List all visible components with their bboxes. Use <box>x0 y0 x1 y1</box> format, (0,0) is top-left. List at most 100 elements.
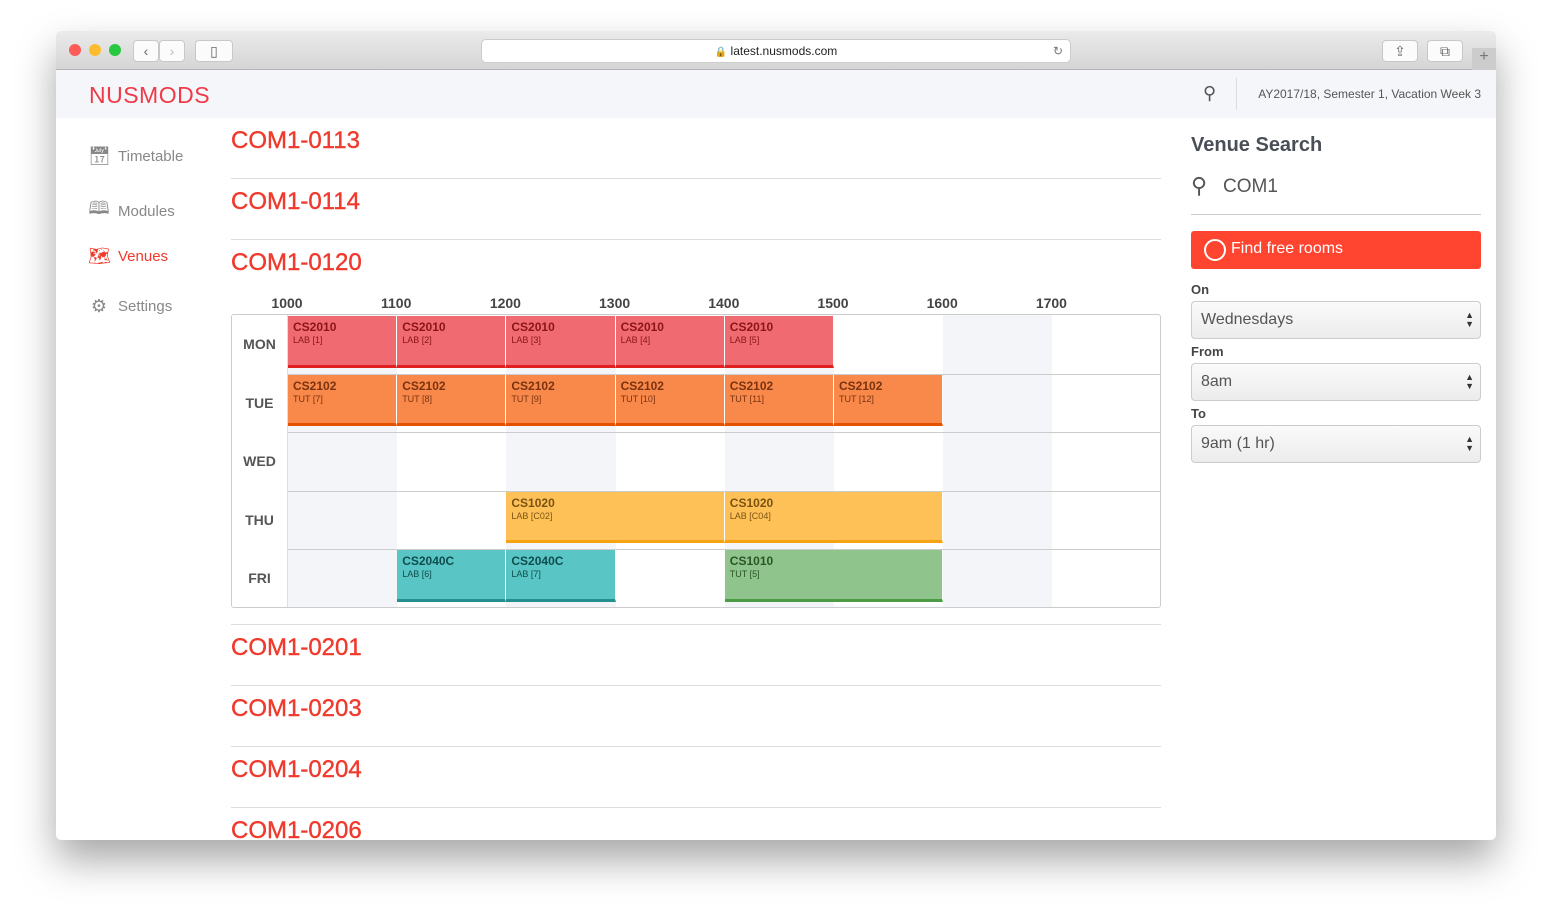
venue-search-input[interactable]: ⚲ COM1 <box>1191 171 1481 215</box>
lesson-type: TUT [7] <box>293 393 323 404</box>
venue-row[interactable]: COM1-0203 <box>231 686 1161 747</box>
lesson-block[interactable]: CS2040C LAB [7] <box>506 550 616 602</box>
new-tab-button[interactable]: + <box>1472 48 1496 70</box>
reload-icon[interactable]: ↻ <box>1053 40 1063 62</box>
module-code: CS2040C <box>511 554 564 569</box>
lesson-block[interactable]: CS1020 LAB [C04] <box>724 491 944 544</box>
row-divider <box>232 549 1160 551</box>
venue-name[interactable]: COM1-0204 <box>231 756 362 784</box>
module-code: CS2010 <box>402 320 446 334</box>
sidebar-item-label: Venues <box>118 248 169 265</box>
search-icon[interactable]: ⚲ <box>1203 83 1216 104</box>
browser-window: ‹ › ▯ 🔒 latest.nusmods.com ↻ ⇪ ⧉ + NUSMOD… <box>56 31 1496 840</box>
gear-icon: ⚙ <box>90 296 108 316</box>
lesson-type: TUT [5] <box>729 569 760 580</box>
hour-label: 1300 <box>599 295 631 311</box>
hour-label: 1500 <box>817 295 849 311</box>
venue-name[interactable]: COM1-0206 <box>231 817 362 840</box>
close-window-button[interactable] <box>69 44 81 56</box>
module-code: CS2102 <box>839 378 883 393</box>
venue-row[interactable]: COM1-0206 <box>231 808 1161 840</box>
lesson-block[interactable]: CS2102 TUT [9] <box>506 374 616 427</box>
url-text: latest.nusmods.com <box>730 44 838 58</box>
hour-label: 1100 <box>381 295 412 311</box>
row-divider <box>232 432 1160 434</box>
lesson-block[interactable]: CS1020 LAB [C02] <box>506 491 725 544</box>
lesson-type: TUT [11] <box>729 393 764 404</box>
to-value: 9am (1 hr) <box>1201 435 1275 452</box>
day-label: TUE <box>232 373 288 433</box>
sidebar-item-modules[interactable]: 🕮 Modules <box>88 196 174 226</box>
share-icon[interactable]: ⇪ <box>1382 40 1418 62</box>
sidebar-toggle-icon[interactable]: ▯ <box>195 40 233 62</box>
venue-row[interactable]: COM1-0204 <box>231 747 1161 808</box>
venue-row[interactable]: COM1-0113 <box>231 118 1161 179</box>
sidebar-item-label: Timetable <box>118 148 184 165</box>
browser-toolbar: ‹ › ▯ 🔒 latest.nusmods.com ↻ ⇪ ⧉ + <box>56 31 1496 70</box>
logo[interactable]: NUSMODS <box>89 82 210 109</box>
venue-name[interactable]: COM1-0114 <box>231 188 360 216</box>
day-label: WED <box>232 432 288 491</box>
lesson-block[interactable]: CS2102 TUT [8] <box>397 374 507 427</box>
day-label: FRI <box>232 549 288 607</box>
divider <box>1236 78 1237 110</box>
venue-row[interactable]: COM1-0201 <box>231 625 1161 686</box>
on-label: On <box>1191 282 1210 297</box>
module-code: CS1010 <box>729 554 774 569</box>
lesson-block[interactable]: CS2010 LAB [4] <box>615 316 725 368</box>
module-code: CS2102 <box>402 378 446 393</box>
map-icon: 🗺︎ <box>88 246 111 266</box>
address-bar[interactable]: 🔒 latest.nusmods.com ↻ <box>481 39 1071 63</box>
sidebar-item-timetable[interactable]: 📅︎ Timetable <box>88 146 183 167</box>
lesson-block[interactable]: CS2010 LAB [2] <box>397 316 507 368</box>
venue-row[interactable]: COM1-0114 <box>231 179 1161 240</box>
day-value: Wednesdays <box>1201 311 1294 328</box>
module-code: CS2010 <box>293 320 337 334</box>
semester-label: AY2017/18, Semester 1, Vacation Week 3 <box>1258 87 1481 101</box>
lesson-block[interactable]: CS2010 LAB [3] <box>506 316 616 368</box>
venue-name[interactable]: COM1-0201 <box>231 634 362 662</box>
lesson-block[interactable]: CS2010 LAB [5] <box>724 316 834 368</box>
from-select[interactable]: 8am ▲ ▼ <box>1191 363 1481 401</box>
venue-name[interactable]: COM1-0113 <box>231 127 360 155</box>
select-arrows-icon: ▲ ▼ <box>1465 434 1474 453</box>
lesson-type: LAB [2] <box>402 335 432 345</box>
venue-name[interactable]: COM1-0120 <box>231 249 362 277</box>
module-code: CS2102 <box>729 378 774 393</box>
module-code: CS2102 <box>620 378 664 393</box>
hour-label: 1700 <box>1035 295 1067 311</box>
venue-search-title: Venue Search <box>1191 134 1323 156</box>
back-button[interactable]: ‹ <box>133 40 159 62</box>
to-select[interactable]: 9am (1 hr) ▲ ▼ <box>1191 425 1481 463</box>
lesson-block[interactable]: CS2102 TUT [7] <box>288 374 398 427</box>
module-code: CS1020 <box>511 495 555 510</box>
forward-button[interactable]: › <box>159 40 185 62</box>
module-code: CS2102 <box>511 378 555 393</box>
module-code: CS2040C <box>402 554 455 569</box>
hour-label: 1200 <box>489 295 521 311</box>
hour-label: 1600 <box>926 295 958 311</box>
lesson-block[interactable]: CS2010 LAB [1] <box>288 316 398 368</box>
find-free-rooms-button[interactable]: Find free rooms <box>1191 231 1481 269</box>
lesson-block[interactable]: CS2102 TUT [10] <box>615 374 725 427</box>
find-free-rooms-label: Find free rooms <box>1231 240 1344 257</box>
minimize-window-button[interactable] <box>89 44 101 56</box>
from-value: 8am <box>1201 373 1233 390</box>
tabs-icon[interactable]: ⧉ <box>1427 40 1463 62</box>
app-header: NUSMODS ⚲ AY2017/18, Semester 1, Vacatio… <box>56 70 1496 118</box>
book-icon: 🕮 <box>88 198 110 218</box>
module-code: CS2010 <box>511 320 555 334</box>
maximize-window-button[interactable] <box>109 44 121 56</box>
lesson-type: TUT [8] <box>402 393 433 404</box>
lesson-block[interactable]: CS1010 TUT [5] <box>724 550 944 602</box>
day-select[interactable]: Wednesdays ▲ ▼ <box>1191 301 1481 339</box>
lesson-type: TUT [9] <box>511 393 542 404</box>
sidebar-item-settings[interactable]: ⚙ Settings <box>88 296 172 317</box>
lesson-block[interactable]: CS2102 TUT [12] <box>834 374 944 427</box>
venue-name[interactable]: COM1-0203 <box>231 695 362 723</box>
lesson-type: LAB [1] <box>293 335 323 345</box>
lesson-block[interactable]: CS2040C LAB [6] <box>397 550 507 602</box>
sidebar-item-venues[interactable]: 🗺︎ Venues <box>88 246 168 267</box>
venue-timetable: MON TUE WED THU FRI CS2010 LAB [1] CS2010 LAB [2… <box>231 314 1161 608</box>
lesson-block[interactable]: CS2102 TUT [11] <box>724 374 834 427</box>
